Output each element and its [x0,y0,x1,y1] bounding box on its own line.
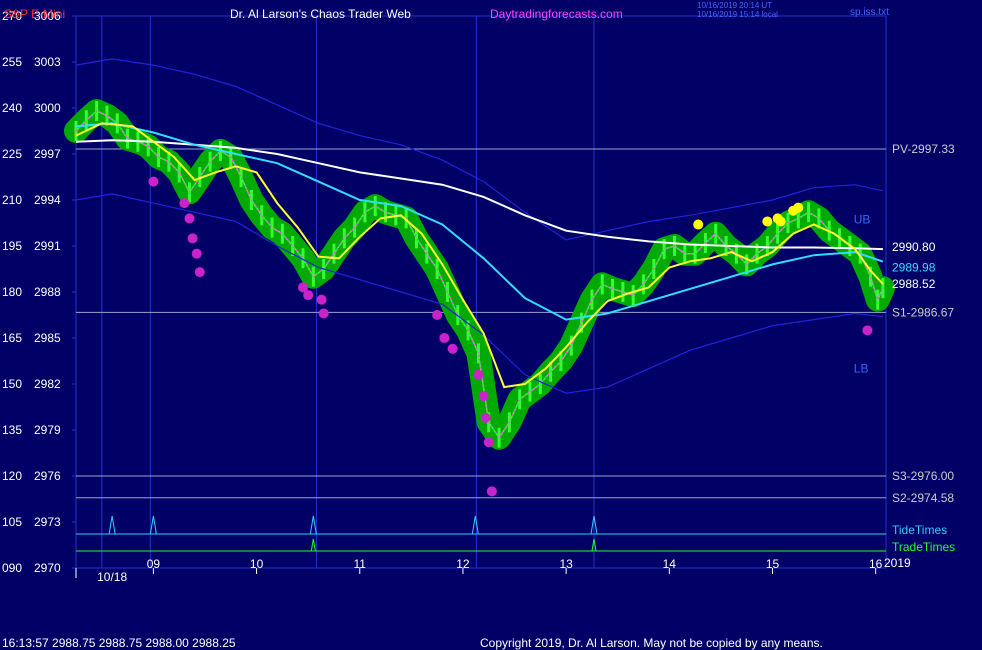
upper-band-label: UB [854,212,871,226]
instrument-title: S&P E-Mini [4,7,65,21]
end-value-label: 2989.98 [892,261,936,275]
y-price-label: 3000 [34,101,61,115]
y-index-label: 210 [2,193,22,207]
reference-label: S1-2986.67 [892,305,954,319]
y-index-label: 180 [2,285,22,299]
reference-label: S3-2976.00 [892,469,954,483]
x-date-label: 10/18 [97,570,127,584]
chart-title: Dr. Al Larson's Chaos Trader Web [230,7,411,21]
last-quote: 16:13:57 2988.75 2988.75 2988.00 2988.25 [2,636,236,650]
x-hour-label: 10 [250,557,264,571]
magenta-dot [473,369,484,380]
end-value-label: 2988.52 [892,277,936,291]
x-hour-label: 13 [559,557,573,571]
y-price-label: 2994 [34,193,61,207]
magenta-dot [439,333,450,343]
y-index-label: 165 [2,331,22,345]
magenta-dot [184,213,195,224]
data-file-name: sp.iss.txt [850,7,889,18]
magenta-dot [480,412,491,423]
y-index-label: 090 [2,561,22,575]
yellow-dot [762,216,773,227]
magenta-dot [318,308,329,319]
lower-band-label: LB [854,361,869,375]
magenta-dot [486,486,497,497]
trade-spike [310,538,316,552]
tide-spike [309,515,317,535]
y-price-label: 3003 [34,55,61,69]
x-hour-label: 11 [354,557,367,571]
magenta-dot [478,391,489,402]
cyan-ma-line [75,122,884,321]
magenta-dot [862,325,873,336]
y-index-label: 135 [2,423,22,437]
magenta-dot [191,248,202,259]
magenta-dot [432,310,443,320]
x-hour-label: 14 [663,557,677,571]
x-year-label: 2019 [884,556,911,570]
magenta-dot [179,198,190,209]
y-index-label: 150 [2,377,22,391]
x-hour-label: 16 [869,557,883,571]
magenta-dot [194,267,205,278]
magenta-dot [148,176,159,187]
tide-spike [149,515,157,535]
y-index-label: 195 [2,239,22,253]
timestamp-local: 10/16/2019 15:14 local [697,10,778,19]
magenta-dot [483,437,494,448]
x-hour-label: 15 [766,557,780,571]
reference-label: S2-2974.58 [892,491,954,505]
y-price-label: 2985 [34,331,61,345]
price-chart: 270 3006255 3003240 3000225 2997210 2994195 29… [2,1,955,650]
time-lines [76,515,886,552]
yellow-dot [775,216,786,227]
tide-spike [471,515,479,535]
yellow-dot [793,202,804,213]
x-hour-label: 09 [147,557,161,571]
y-price-label: 2982 [34,377,61,391]
magenta-dot [316,294,327,305]
magenta-dot [447,343,458,354]
y-index-label: 105 [2,515,22,529]
x-hour-label: 12 [456,557,470,571]
y-price-label: 2988 [34,285,61,299]
tide-spike [108,515,116,535]
site-link[interactable]: Daytradingforecasts.com [490,7,623,21]
reference-label: PV-2997.33 [892,142,955,156]
y-index-label: 240 [2,101,22,115]
magenta-dot [187,233,198,244]
y-price-label: 2973 [34,515,61,529]
end-value-label: 2990.80 [892,240,936,254]
y-price-label: 2970 [34,561,61,575]
grid-layer [72,15,887,578]
yellow-dot [693,219,704,230]
magenta-dot [303,290,314,301]
y-index-label: 225 [2,147,22,161]
tide-times-label: TideTimes [892,523,947,537]
y-index-label: 255 [2,55,22,69]
copyright: Copyright 2019, Dr. Al Larson. May not b… [480,636,823,650]
trade-times-label: TradeTimes [892,540,955,554]
timestamp-ut: 10/16/2019 20:14 UT [697,1,772,10]
y-price-label: 2979 [34,423,61,437]
y-price-label: 2991 [34,239,61,253]
plot-frame [75,15,887,569]
y-index-label: 120 [2,469,22,483]
y-price-label: 2997 [34,147,61,161]
y-price-label: 2976 [34,469,61,483]
